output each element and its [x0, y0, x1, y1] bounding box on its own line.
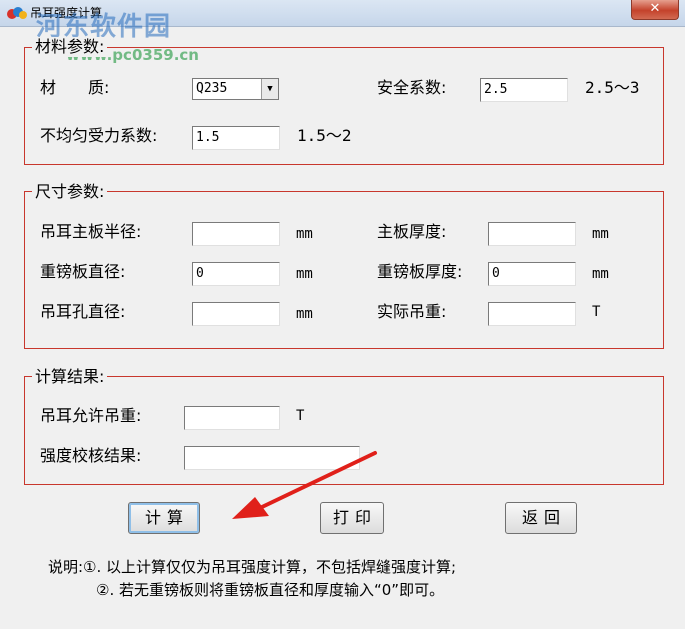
uneven-factor-range: 1.5～2	[297, 126, 352, 145]
hole-diameter-input[interactable]	[192, 302, 280, 326]
main-radius-unit: mm	[296, 226, 313, 242]
close-button[interactable]: ✕	[631, 0, 679, 20]
uneven-factor-label: 不均匀受力系数:	[40, 126, 158, 145]
material-label: 材 质:	[40, 78, 110, 97]
annotation-arrow-head	[232, 497, 269, 519]
pad-thickness-label: 重镑板厚度:	[377, 262, 463, 281]
size-group-title: 尺寸参数:	[32, 182, 108, 202]
safety-factor-range: 2.5～3	[585, 78, 640, 97]
allowed-weight-output	[184, 406, 280, 430]
main-thickness-unit: mm	[592, 226, 609, 242]
strength-check-label: 强度校核结果:	[40, 446, 142, 465]
pad-diameter-label: 重镑板直径:	[40, 262, 126, 281]
main-radius-label: 吊耳主板半径:	[40, 222, 142, 241]
safety-factor-input[interactable]: 2.5	[480, 78, 568, 102]
note-line-1: 说明:①. 以上计算仅仅为吊耳强度计算，不包括焊缝强度计算;	[48, 558, 457, 576]
result-group-title: 计算结果:	[32, 367, 108, 387]
app-icon	[7, 7, 27, 19]
pad-diameter-input[interactable]: 0	[192, 262, 280, 286]
safety-factor-label: 安全系数:	[377, 78, 447, 97]
back-button[interactable]: 返回	[505, 502, 577, 534]
hole-diameter-unit: mm	[296, 306, 313, 322]
print-button[interactable]: 打印	[320, 502, 384, 534]
main-radius-input[interactable]	[192, 222, 280, 246]
material-select[interactable]: Q235 ▼	[192, 78, 279, 100]
allowed-weight-label: 吊耳允许吊重:	[40, 406, 142, 425]
pad-thickness-unit: mm	[592, 266, 609, 282]
chevron-down-icon[interactable]: ▼	[261, 79, 278, 99]
allowed-weight-unit: T	[296, 408, 305, 424]
uneven-factor-input[interactable]: 1.5	[192, 126, 280, 150]
material-group	[24, 47, 664, 165]
actual-weight-label: 实际吊重:	[377, 302, 447, 321]
calculate-button[interactable]: 计算	[128, 502, 200, 534]
note-line-2: ②. 若无重镑板则将重镑板直径和厚度输入“0”即可。	[96, 581, 445, 599]
hole-diameter-label: 吊耳孔直径:	[40, 302, 126, 321]
material-group-title: 材料参数:	[32, 37, 108, 57]
pad-diameter-unit: mm	[296, 266, 313, 282]
actual-weight-input[interactable]	[488, 302, 576, 326]
pad-thickness-input[interactable]: 0	[488, 262, 576, 286]
main-thickness-input[interactable]	[488, 222, 576, 246]
strength-check-output	[184, 446, 360, 470]
material-select-value: Q235	[196, 81, 228, 96]
actual-weight-unit: T	[592, 304, 601, 320]
main-thickness-label: 主板厚度:	[377, 222, 447, 241]
